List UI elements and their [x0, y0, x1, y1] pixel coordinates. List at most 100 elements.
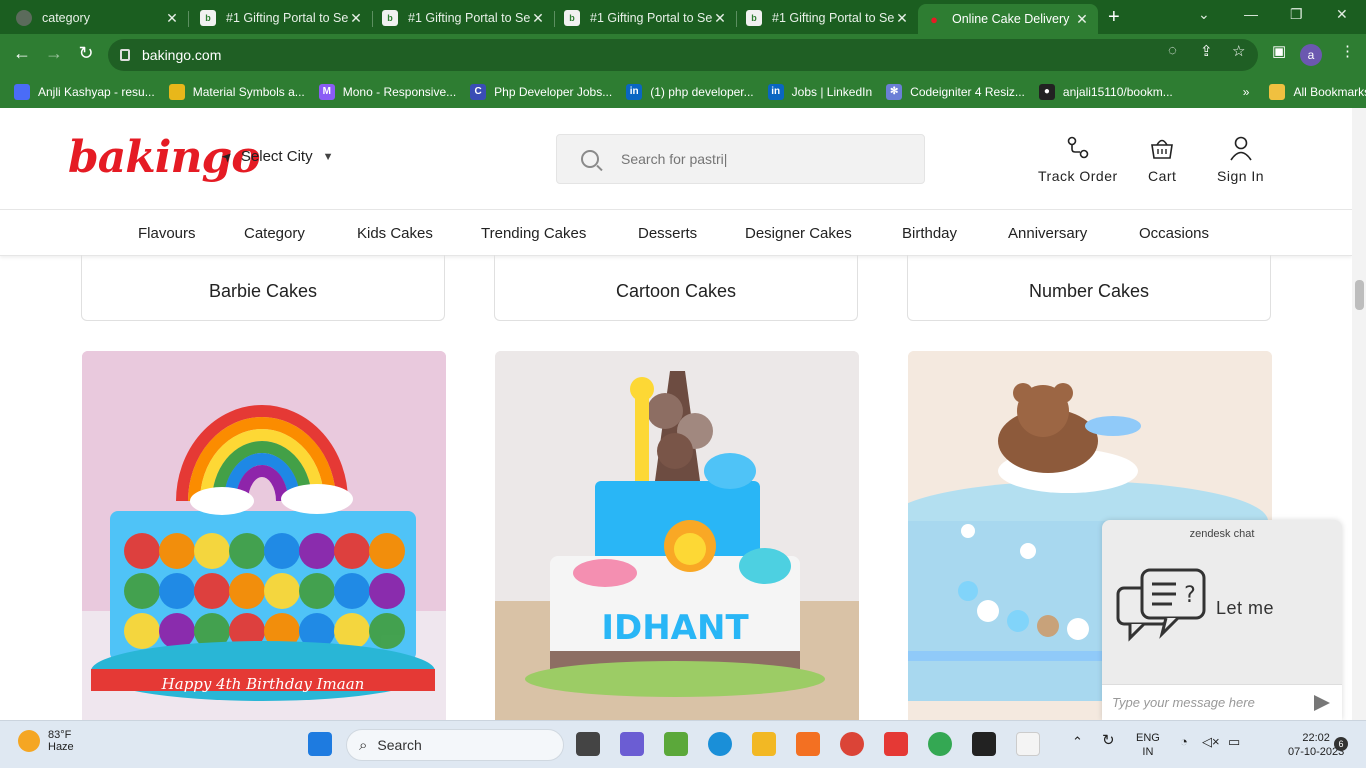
- sign-in-button[interactable]: Sign In: [1217, 134, 1264, 184]
- tray-chevron-up-icon[interactable]: ⌃: [1072, 735, 1083, 749]
- product-card-jungle[interactable]: IDHANT: [495, 351, 859, 720]
- bookmark-item[interactable]: in Jobs | LinkedIn: [767, 84, 872, 100]
- url-field[interactable]: bakingo.com: [108, 39, 1258, 71]
- side-panel-icon[interactable]: ▣: [1272, 42, 1286, 60]
- meet-icon[interactable]: [620, 732, 644, 756]
- folder-icon: [1269, 84, 1286, 100]
- send-icon[interactable]: [1314, 695, 1330, 711]
- category-card-cartoon[interactable]: Cartoon Cakes: [494, 255, 858, 321]
- bookmark-star-icon[interactable]: ☆: [1232, 42, 1245, 60]
- tab-gifting-portal-3[interactable]: b #1 Gifting Portal to Se ✕: [556, 4, 737, 32]
- volume-muted-icon[interactable]: ◁×: [1202, 735, 1220, 749]
- page-scrollbar[interactable]: [1352, 108, 1366, 720]
- bookmarks-bar: Anjli Kashyap - resu... Material Symbols…: [0, 76, 1366, 108]
- menu-item-occasions[interactable]: Occasions: [1139, 225, 1209, 242]
- close-icon[interactable]: ✕: [1074, 11, 1090, 28]
- windows-taskbar: 83°F Haze ⌕ Search ⌃ ↻ ENG IN ◔ ◁× ▭ 22:…: [0, 720, 1366, 768]
- bookmark-label: Php Developer Jobs...: [494, 85, 613, 99]
- share-icon[interactable]: ⇪: [1200, 42, 1213, 60]
- rainbow-cake-image: Happy 4th Birthday Imaan: [82, 351, 446, 720]
- battery-icon[interactable]: ▭: [1228, 735, 1240, 749]
- edge-icon[interactable]: [708, 732, 732, 756]
- lock-icon[interactable]: [120, 49, 130, 61]
- menu-item-category[interactable]: Category: [244, 225, 305, 242]
- new-tab-icon[interactable]: +: [1108, 6, 1120, 29]
- close-icon[interactable]: ✕: [164, 10, 180, 27]
- track-order-button[interactable]: Track Order: [1038, 134, 1118, 184]
- category-card-barbie[interactable]: Barbie Cakes: [81, 255, 445, 321]
- wifi-icon[interactable]: ◔: [1180, 735, 1188, 749]
- tab-gifting-portal-2[interactable]: b #1 Gifting Portal to Se ✕: [374, 4, 555, 32]
- chat-message: Let me: [1216, 598, 1275, 618]
- tab-category[interactable]: category ✕: [8, 4, 189, 32]
- region-label: IN: [1142, 746, 1154, 758]
- tab-online-cake-delivery[interactable]: ● Online Cake Delivery ✕: [918, 4, 1098, 34]
- zendesk-chat-widget[interactable]: zendesk chat ? Let me Type your message …: [1102, 520, 1342, 720]
- reload-icon[interactable]: ↻: [74, 43, 98, 64]
- restore-icon[interactable]: ❐: [1290, 6, 1303, 23]
- tab-gifting-portal-4[interactable]: b #1 Gifting Portal to Se ✕: [738, 4, 918, 32]
- tab-gifting-portal-1[interactable]: b #1 Gifting Portal to Se ✕: [192, 4, 373, 32]
- forward-icon[interactable]: →: [42, 43, 66, 64]
- close-icon[interactable]: ✕: [348, 10, 364, 27]
- language-indicator[interactable]: ENG IN: [1136, 731, 1160, 759]
- xampp-icon[interactable]: [796, 732, 820, 756]
- search-input[interactable]: [621, 151, 901, 167]
- terminal-icon[interactable]: [972, 732, 996, 756]
- back-icon[interactable]: ←: [10, 43, 34, 64]
- bookmark-item[interactable]: ✻ Codeigniter 4 Resiz...: [886, 84, 1025, 100]
- chat-brand: zendesk chat: [1189, 528, 1255, 540]
- bookmark-item[interactable]: M Mono - Responsive...: [318, 84, 456, 100]
- search-box[interactable]: [556, 134, 925, 184]
- menu-item-flavours[interactable]: Flavours: [138, 225, 196, 242]
- close-window-icon[interactable]: ✕: [1336, 6, 1348, 23]
- menu-item-kids-cakes[interactable]: Kids Cakes: [357, 225, 433, 242]
- close-icon[interactable]: ✕: [894, 10, 910, 27]
- menu-item-anniversary[interactable]: Anniversary: [1008, 225, 1087, 242]
- tab-search-chevron-icon[interactable]: ⌄: [1198, 6, 1210, 23]
- windows-start-icon[interactable]: [308, 732, 332, 756]
- category-card-number[interactable]: Number Cakes: [907, 255, 1271, 321]
- tab-separator: [372, 11, 373, 27]
- notification-badge[interactable]: 6: [1334, 737, 1348, 751]
- select-city-dropdown[interactable]: ➤ Select City ▼: [218, 147, 334, 165]
- sign-in-label: Sign In: [1217, 168, 1265, 184]
- menu-kebab-icon[interactable]: ⋮: [1340, 42, 1355, 60]
- user-icon: [1217, 134, 1264, 162]
- bakingo-favicon: ●: [930, 11, 938, 27]
- product-card-rainbow[interactable]: Happy 4th Birthday Imaan: [82, 351, 446, 720]
- bookmark-item[interactable]: Material Symbols a...: [168, 84, 305, 100]
- taskbar-search[interactable]: ⌕ Search: [346, 729, 564, 761]
- close-icon[interactable]: ✕: [712, 10, 728, 27]
- menu-item-trending-cakes[interactable]: Trending Cakes: [481, 225, 586, 242]
- all-bookmarks[interactable]: All Bookmarks: [1269, 84, 1366, 100]
- chrome-profile-icon[interactable]: [928, 732, 952, 756]
- eye-off-icon[interactable]: ◌: [1168, 42, 1177, 59]
- tab-title: #1 Gifting Portal to Se: [590, 11, 712, 25]
- anydesk-icon[interactable]: [884, 732, 908, 756]
- bookmark-item[interactable]: ● anjali15110/bookm...: [1038, 84, 1173, 100]
- search-icon[interactable]: [581, 150, 599, 168]
- file-explorer-icon[interactable]: [752, 732, 776, 756]
- menu-item-designer-cakes[interactable]: Designer Cakes: [745, 225, 852, 242]
- profile-avatar[interactable]: a: [1300, 44, 1322, 66]
- close-icon[interactable]: ✕: [530, 10, 546, 27]
- cart-button[interactable]: Cart: [1148, 134, 1176, 184]
- scrollbar-thumb[interactable]: [1355, 280, 1364, 310]
- tab-separator: [554, 11, 555, 27]
- notepad-icon[interactable]: [664, 732, 688, 756]
- sync-icon[interactable]: ↻: [1102, 733, 1115, 748]
- chrome-icon[interactable]: [840, 732, 864, 756]
- bookmark-label: Anjli Kashyap - resu...: [38, 85, 155, 99]
- weather-widget[interactable]: 83°F Haze: [18, 729, 74, 753]
- menu-item-birthday[interactable]: Birthday: [902, 225, 957, 242]
- task-view-icon[interactable]: [576, 732, 600, 756]
- bookmark-item[interactable]: Anjli Kashyap - resu...: [14, 84, 155, 100]
- minimize-icon[interactable]: —: [1244, 6, 1258, 22]
- bookmark-item[interactable]: C Php Developer Jobs...: [470, 84, 612, 100]
- chat-message-input[interactable]: Type your message here: [1102, 684, 1342, 720]
- snipping-tool-icon[interactable]: [1016, 732, 1040, 756]
- bookmarks-overflow[interactable]: »: [1243, 85, 1250, 99]
- bookmark-item[interactable]: in (1) php developer...: [626, 84, 754, 100]
- menu-item-desserts[interactable]: Desserts: [638, 225, 697, 242]
